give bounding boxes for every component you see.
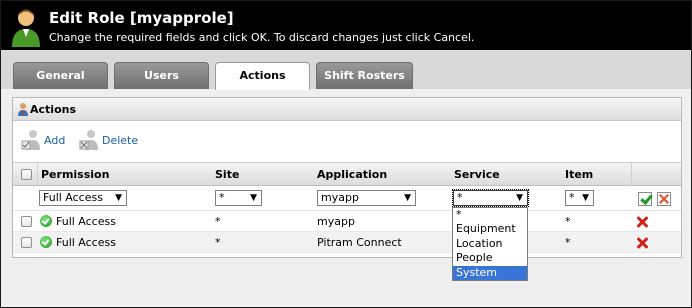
cancel-icon[interactable] bbox=[657, 192, 671, 206]
service-option[interactable]: Location bbox=[453, 237, 527, 251]
dropdown-arrow-icon: ▼ bbox=[582, 193, 589, 203]
select-all-checkbox[interactable] bbox=[21, 169, 32, 180]
dialog-subtitle: Change the required fields and click OK.… bbox=[49, 31, 475, 44]
cell-site: * bbox=[215, 236, 221, 249]
edit-role-window: Edit Role [myapprole] Change the require… bbox=[0, 0, 692, 308]
dialog-title: Edit Role [myapprole] bbox=[49, 9, 234, 27]
item-select[interactable]: * ▼ bbox=[565, 190, 594, 206]
delete-button[interactable]: Delete bbox=[79, 128, 138, 152]
dialog-header: Edit Role [myapprole] Change the require… bbox=[1, 1, 691, 50]
add-button[interactable]: Add bbox=[21, 128, 65, 152]
add-label: Add bbox=[44, 133, 66, 147]
actions-panel: Actions Add Delete Permission Site Appli… bbox=[12, 97, 682, 258]
tab-users[interactable]: Users bbox=[114, 62, 209, 89]
permission-select[interactable]: Full Access ▼ bbox=[39, 190, 127, 206]
cell-site: * bbox=[215, 215, 221, 228]
user-icon bbox=[12, 9, 40, 47]
dropdown-arrow-icon: ▼ bbox=[516, 193, 523, 203]
cell-item: * bbox=[565, 236, 571, 249]
row-checkbox[interactable] bbox=[21, 216, 32, 227]
column-header-service[interactable]: Service bbox=[454, 168, 500, 181]
delete-icon[interactable] bbox=[636, 216, 648, 228]
cell-application: Pitram Connect bbox=[317, 236, 402, 249]
table-row[interactable]: Full Access * myapp * bbox=[13, 211, 681, 232]
dropdown-arrow-icon: ▼ bbox=[250, 193, 257, 203]
application-select-value: myapp bbox=[321, 191, 359, 204]
permission-select-value: Full Access bbox=[43, 191, 103, 204]
service-option[interactable]: People bbox=[453, 251, 527, 265]
row-checkbox[interactable] bbox=[21, 237, 32, 248]
item-select-value: * bbox=[569, 191, 575, 204]
tab-general[interactable]: General bbox=[13, 62, 108, 89]
cell-item: * bbox=[565, 215, 571, 228]
tab-shift-rosters[interactable]: Shift Rosters bbox=[316, 62, 413, 89]
edit-row: Full Access ▼ * ▼ myapp ▼ * ▼ * ▼ bbox=[13, 186, 681, 211]
add-item-icon bbox=[21, 130, 40, 150]
service-option[interactable]: Equipment bbox=[453, 222, 527, 236]
cell-permission: Full Access bbox=[56, 215, 116, 228]
service-select[interactable]: * ▼ bbox=[452, 189, 529, 207]
site-select[interactable]: * ▼ bbox=[215, 190, 262, 206]
ok-icon bbox=[40, 236, 52, 248]
service-select-value: * bbox=[457, 191, 463, 204]
column-header-site[interactable]: Site bbox=[215, 168, 239, 181]
dropdown-arrow-icon: ▼ bbox=[115, 193, 122, 203]
tab-actions[interactable]: Actions bbox=[215, 62, 310, 90]
cell-application: myapp bbox=[317, 215, 355, 228]
site-select-value: * bbox=[219, 191, 225, 204]
service-dropdown-list: * Equipment Location People System bbox=[452, 207, 528, 281]
column-header-application[interactable]: Application bbox=[317, 168, 387, 181]
ok-icon bbox=[40, 215, 52, 227]
save-icon[interactable] bbox=[638, 192, 652, 206]
tab-bar: General Users Actions Shift Rosters bbox=[1, 50, 691, 90]
service-option-selected[interactable]: System bbox=[453, 265, 527, 280]
delete-label: Delete bbox=[102, 133, 139, 147]
toolbar: Add Delete bbox=[13, 122, 681, 158]
cell-permission: Full Access bbox=[56, 236, 116, 249]
grid-header: Permission Site Application Service Item bbox=[13, 162, 681, 187]
column-header-item[interactable]: Item bbox=[565, 168, 593, 181]
panel-header: Actions bbox=[13, 98, 681, 121]
panel-title: Actions bbox=[30, 103, 76, 116]
delete-icon[interactable] bbox=[636, 237, 648, 249]
service-option[interactable]: * bbox=[453, 208, 527, 222]
table-row[interactable]: Full Access * Pitram Connect * bbox=[13, 232, 681, 253]
application-select[interactable]: myapp ▼ bbox=[317, 190, 416, 206]
actions-user-icon bbox=[18, 103, 28, 116]
delete-item-icon bbox=[79, 130, 98, 150]
column-separator bbox=[631, 163, 632, 187]
column-separator bbox=[37, 163, 38, 187]
dropdown-arrow-icon: ▼ bbox=[404, 193, 411, 203]
column-header-permission[interactable]: Permission bbox=[41, 168, 109, 181]
